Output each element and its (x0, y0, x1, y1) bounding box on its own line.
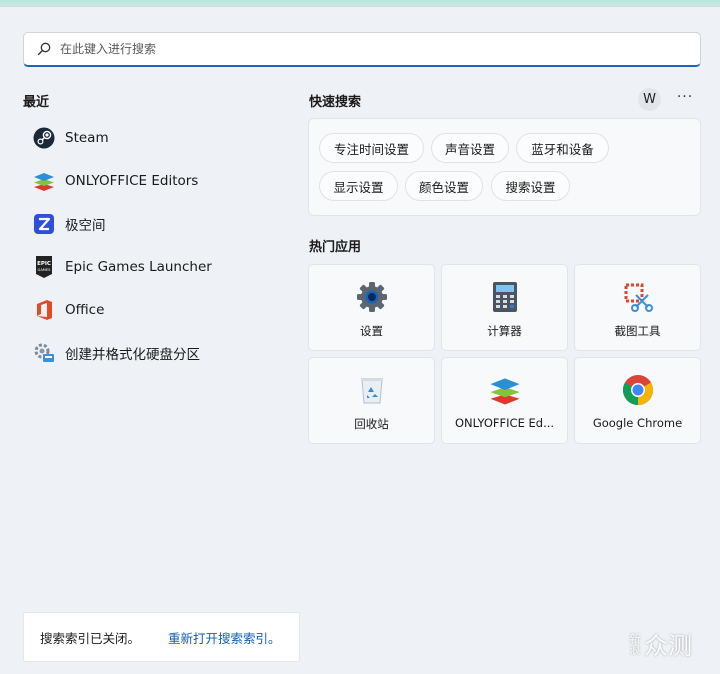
watermark: 新浪 众测 (628, 626, 692, 661)
recent-item-label: ONLYOFFICE Editors (65, 172, 199, 189)
index-status-message: 搜索索引已关闭。 (40, 630, 141, 646)
calculator-icon (489, 281, 521, 313)
tile-onlyoffice[interactable]: ONLYOFFICE Ed... (441, 357, 568, 444)
popular-apps-title: 热门应用 (309, 240, 362, 255)
tile-google-chrome[interactable]: Google Chrome (574, 357, 701, 444)
user-avatar[interactable]: W (638, 88, 661, 111)
recent-item-label: 创建并格式化硬盘分区 (65, 346, 200, 363)
index-status-box: 搜索索引已关闭。 重新打开搜索索引。 (23, 612, 300, 662)
steam-icon (33, 127, 55, 149)
onlyoffice-icon (489, 374, 521, 406)
chip-display-settings[interactable]: 显示设置 (319, 171, 398, 201)
tile-label: ONLYOFFICE Ed... (454, 416, 555, 430)
recent-item-label: Epic Games Launcher (65, 258, 212, 275)
recycle-bin-icon (356, 374, 388, 406)
chip-search-settings[interactable]: 搜索设置 (491, 171, 570, 201)
quick-search-title: 快速搜索 (309, 95, 362, 110)
zspace-icon (33, 213, 55, 235)
tile-label: 计算器 (487, 324, 522, 338)
watermark-big-text: 众测 (644, 632, 692, 660)
onlyoffice-icon (33, 170, 55, 192)
more-options-button[interactable]: ··· (674, 88, 696, 110)
settings-gear-icon (356, 281, 388, 313)
reenable-index-link[interactable]: 重新打开搜索索引。 (168, 628, 281, 647)
svg-text:EPIC: EPIC (37, 261, 51, 267)
watermark-small-text: 新浪 (628, 632, 641, 655)
recent-title: 最近 (23, 95, 50, 110)
tile-label: 设置 (360, 324, 383, 338)
chip-sound-settings[interactable]: 声音设置 (431, 133, 509, 163)
tile-label: Google Chrome (592, 416, 683, 430)
recent-item-office[interactable]: Office (23, 288, 293, 331)
search-icon (37, 42, 51, 56)
office-icon (33, 299, 55, 321)
quick-search-box: 专注时间设置 声音设置 蓝牙和设备 显示设置 颜色设置 搜索设置 (308, 118, 701, 216)
recent-item-zspace[interactable]: 极空间 (23, 202, 293, 245)
chip-color-settings[interactable]: 颜色设置 (405, 171, 483, 201)
tile-recycle-bin[interactable]: 回收站 (308, 357, 435, 444)
tile-snipping-tool[interactable]: 截图工具 (574, 264, 701, 351)
search-box[interactable] (23, 32, 701, 67)
recent-item-steam[interactable]: Steam (23, 116, 293, 159)
tile-label: 回收站 (354, 417, 389, 431)
recent-item-label: Steam (65, 129, 109, 146)
epic-games-icon: EPIC GAMES (33, 255, 55, 278)
disk-management-icon (33, 342, 55, 364)
recent-item-onlyoffice[interactable]: ONLYOFFICE Editors (23, 159, 293, 202)
svg-text:GAMES: GAMES (38, 268, 52, 272)
tile-calculator[interactable]: 计算器 (441, 264, 568, 351)
recent-list: Steam ONLYOFFICE Editors 极空间 EPIC GAMES (23, 116, 293, 374)
recent-item-disk-management[interactable]: 创建并格式化硬盘分区 (23, 331, 293, 374)
recent-item-label: Office (65, 301, 105, 318)
tile-settings[interactable]: 设置 (308, 264, 435, 351)
recent-item-label: 极空间 (65, 217, 106, 234)
chip-bluetooth-devices[interactable]: 蓝牙和设备 (516, 133, 609, 163)
chip-focus-settings[interactable]: 专注时间设置 (319, 133, 424, 163)
recent-item-epic-games[interactable]: EPIC GAMES Epic Games Launcher (23, 245, 293, 288)
tile-label: 截图工具 (614, 324, 661, 338)
chrome-icon (622, 374, 654, 406)
search-input[interactable] (60, 42, 660, 56)
snipping-tool-icon (622, 281, 654, 313)
